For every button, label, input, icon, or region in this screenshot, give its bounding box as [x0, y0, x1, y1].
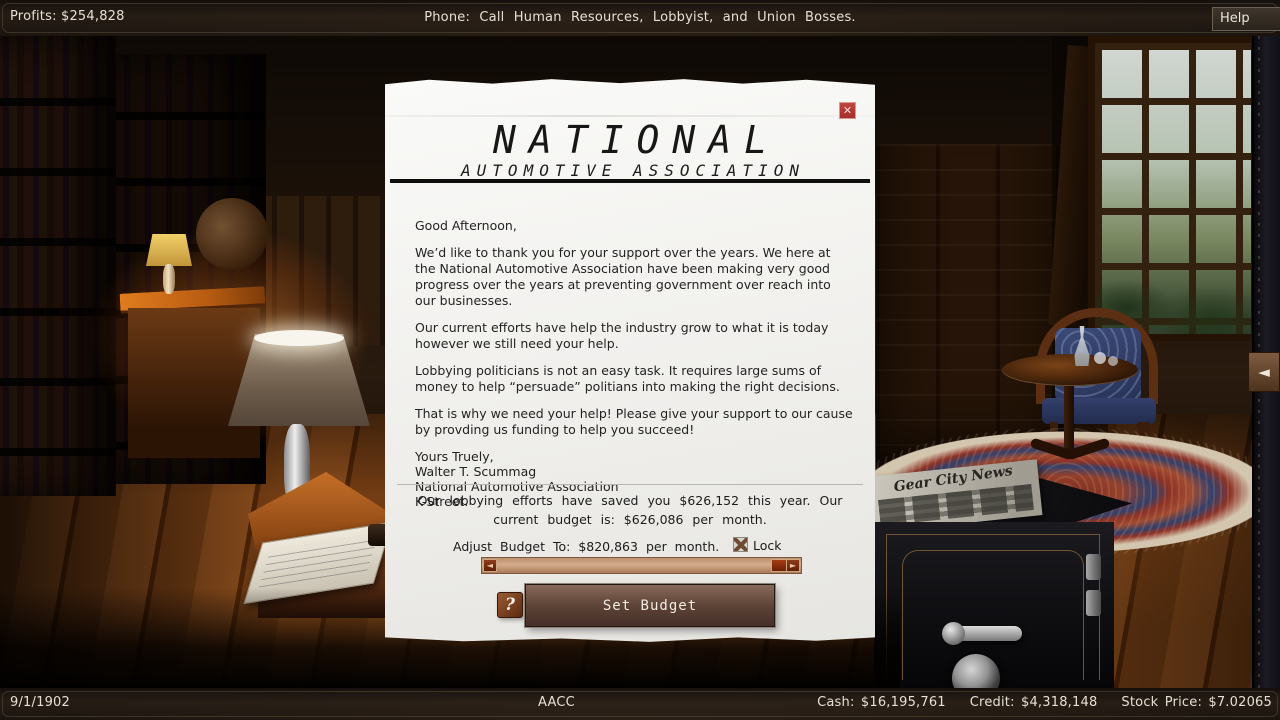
letterhead-line1: NATIONAL: [385, 118, 875, 162]
slider-right-arrow-icon[interactable]: ►: [786, 559, 800, 572]
adjust-budget-label: Adjust Budget To: $820,863 per month.: [453, 539, 719, 554]
credit-readout: Credit: $4,318,148: [970, 695, 1098, 710]
foreground-lamp-light: [254, 330, 344, 346]
section-divider: [397, 484, 863, 485]
close-icon[interactable]: ✕: [839, 102, 856, 119]
signature-line: Yours Truely,: [415, 449, 853, 464]
side-desk-body: [128, 308, 260, 458]
set-budget-label: Set Budget: [603, 598, 697, 614]
lock-checkbox[interactable]: [733, 537, 748, 552]
glass: [1094, 352, 1106, 364]
signature-line: Walter T. Scummag: [415, 464, 853, 479]
paper-crease: [385, 115, 875, 117]
help-button[interactable]: Help: [1212, 7, 1280, 31]
safe-hinge: [1086, 554, 1101, 580]
game-date: 9/1/1902: [10, 695, 70, 710]
budget-slider[interactable]: ◄ ►: [481, 557, 802, 574]
safe-hinge: [1086, 590, 1101, 616]
letterhead-line2: AUTOMOTIVE ASSOCIATION: [385, 161, 875, 180]
letter-paragraph: We’d like to thank you for your support …: [415, 245, 853, 309]
lobbying-summary: Our lobbying efforts have saved you $626…: [415, 491, 845, 529]
finance-readouts: Cash: $16,195,761 Credit: $4,318,148 Sto…: [817, 695, 1272, 710]
window: [1088, 36, 1258, 341]
side-table-pedestal: [1064, 382, 1074, 458]
company-ticker: AACC: [538, 695, 575, 710]
slider-handle[interactable]: [771, 559, 787, 572]
letterhead-rule: [390, 179, 870, 183]
set-budget-button[interactable]: Set Budget: [525, 584, 775, 627]
letter-paragraph: Our current efforts have help the indust…: [415, 320, 853, 352]
letter-paragraph: Lobbying politicians is not an easy task…: [415, 363, 853, 395]
desk-lamp-shade: [146, 234, 192, 266]
phone-menu-label[interactable]: Phone: Call Human Resources, Lobbyist, a…: [0, 10, 1280, 25]
letter-body: Good Afternoon, We’d like to thank you f…: [415, 218, 853, 509]
letter-paragraph: That is why we need your help! Please gi…: [415, 406, 853, 438]
bottom-status-bar: 9/1/1902 AACC Cash: $16,195,761 Credit: …: [0, 688, 1280, 720]
lobbyist-letter-dialog: ✕ NATIONAL AUTOMOTIVE ASSOCIATION Good A…: [385, 78, 875, 643]
question-mark-icon[interactable]: ?: [497, 592, 523, 618]
letter-paragraph: Good Afternoon,: [415, 218, 853, 234]
glass: [1108, 356, 1118, 366]
game-screen: Gear City News ◄ Profits: $254,828 Phone…: [0, 0, 1280, 720]
desk-lamp-base: [163, 264, 175, 294]
armchair-seat: [1042, 398, 1156, 424]
panel-collapse-icon: ◄: [1258, 363, 1270, 381]
stock-price-readout: Stock Price: $7.02065: [1121, 695, 1272, 710]
cash-readout: Cash: $16,195,761: [817, 695, 946, 710]
safe-handle-boss: [942, 622, 965, 645]
slider-left-arrow-icon[interactable]: ◄: [483, 559, 497, 572]
top-status-bar: Profits: $254,828 Phone: Call Human Reso…: [0, 0, 1280, 36]
lock-checkbox-label: Lock: [753, 538, 782, 553]
panel-expand-tab[interactable]: ◄: [1248, 352, 1280, 392]
